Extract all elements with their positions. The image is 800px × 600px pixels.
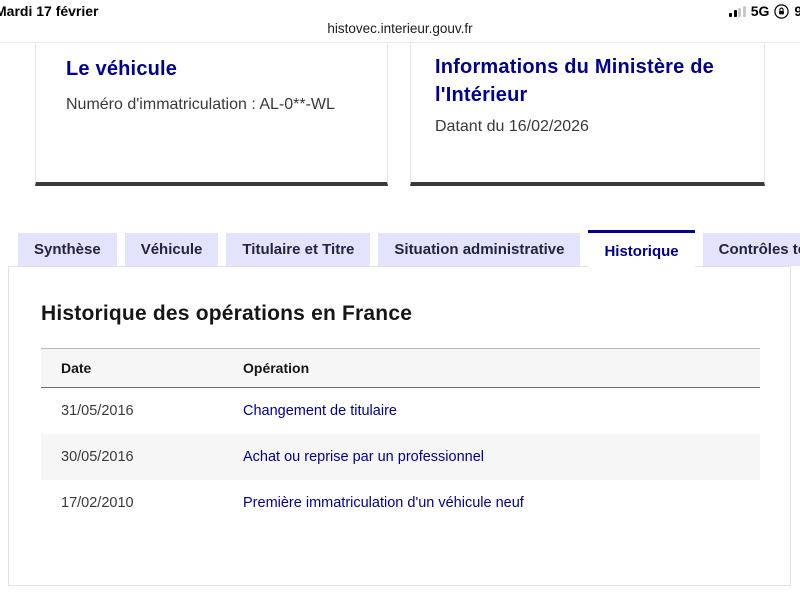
operation-date: 31/05/2016: [61, 403, 134, 419]
tab-synthese[interactable]: Synthèse: [18, 233, 117, 266]
status-bar: Mardi 17 février 5G 99: [0, 0, 800, 22]
cellular-signal-icon: [729, 5, 746, 17]
operation-label: Achat ou reprise par un professionnel: [243, 449, 485, 465]
browser-address-bar[interactable]: histovec.interieur.gouv.fr: [0, 21, 800, 36]
tab-bar: Synthèse Véhicule Titulaire et Titre Situat…: [18, 230, 800, 270]
operation-label: Première immatriculation d'un véhicule n…: [243, 495, 524, 511]
battery-percent: 99: [794, 3, 800, 19]
table-row: 30/05/2016 Achat ou reprise par un profes…: [41, 434, 760, 480]
table-row: 31/05/2016 Changement de titulaire: [41, 388, 760, 434]
vehicle-card-title: Le véhicule: [66, 58, 178, 80]
status-date: Mardi 17 février: [0, 3, 99, 19]
tab-titulaire-et-titre[interactable]: Titulaire et Titre: [226, 233, 371, 266]
column-header-operation: Opération: [243, 360, 310, 376]
history-table-body: 31/05/2016 Changement de titulaire 30/05/2…: [41, 388, 760, 526]
tab-controles-techniques[interactable]: Contrôles techniques: [702, 233, 800, 266]
ministry-card: Informations du Ministère de l'Intérieur…: [410, 43, 765, 186]
column-header-date: Date: [61, 360, 92, 376]
vehicle-registration-number: Numéro d'immatriculation : AL-0**-WL: [66, 96, 335, 113]
history-panel: Historique des opérations en France Date…: [8, 266, 791, 586]
history-table-header: Date Opération: [41, 349, 760, 388]
network-type-label: 5G: [750, 3, 770, 19]
history-table: Date Opération 31/05/2016 Changement de t…: [41, 348, 760, 526]
operation-date: 17/02/2010: [61, 495, 134, 511]
tab-historique[interactable]: Historique: [588, 230, 695, 270]
tab-vehicule[interactable]: Véhicule: [124, 233, 219, 266]
ministry-data-date: Datant du 16/02/2026: [435, 118, 589, 135]
ministry-card-title: Informations du Ministère de l'Intérieur: [435, 56, 714, 106]
operation-date: 30/05/2016: [61, 449, 134, 465]
page-title: Historique des opérations en France: [41, 302, 413, 325]
tab-situation-administrative[interactable]: Situation administrative: [378, 233, 581, 266]
vehicle-card: Le véhicule Numéro d'immatriculation : A…: [35, 43, 388, 186]
table-row: 17/02/2010 Première immatriculation d'un …: [41, 480, 760, 526]
operation-label: Changement de titulaire: [243, 403, 397, 419]
orientation-lock-icon: [774, 3, 790, 19]
